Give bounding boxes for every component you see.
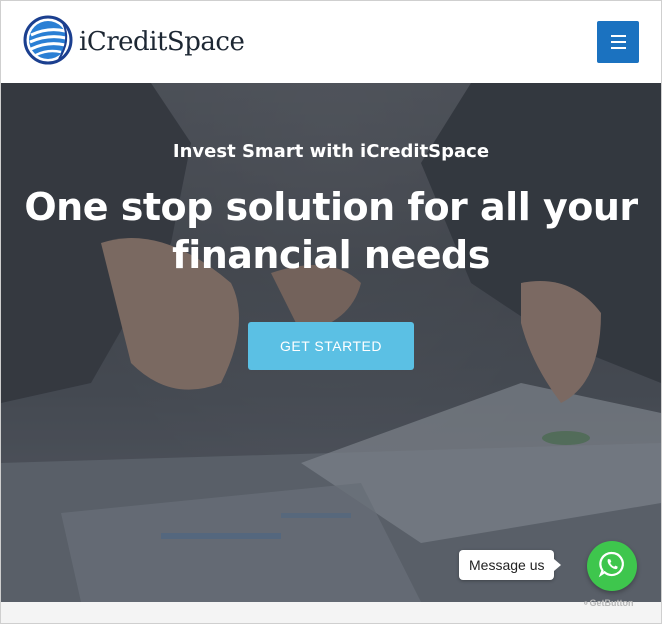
whatsapp-chat-button[interactable] xyxy=(587,541,637,591)
getbutton-credit[interactable]: ⚬GetButton xyxy=(582,598,634,609)
hamburger-menu-button[interactable] xyxy=(597,21,639,63)
brand-name: iCreditSpace xyxy=(79,27,245,57)
get-started-button[interactable]: GET STARTED xyxy=(248,322,414,370)
getbutton-icon: ⚬ xyxy=(582,598,590,608)
brand-logo-link[interactable]: iCreditSpace xyxy=(23,15,245,69)
hero-title: One stop solution for all your financial… xyxy=(24,185,638,277)
hero-subtitle: Invest Smart with iCreditSpace xyxy=(172,141,490,162)
page-frame: iCreditSpace Invest Smart with iCreditSp… xyxy=(0,0,662,624)
site-header: iCreditSpace xyxy=(1,1,661,83)
menu-bar xyxy=(610,35,626,37)
menu-bar xyxy=(610,41,626,43)
hero-section: Invest Smart with iCreditSpace One stop … xyxy=(1,83,661,602)
whatsapp-icon xyxy=(598,550,626,582)
globe-stripes-icon xyxy=(23,15,73,69)
message-us-bubble[interactable]: Message us xyxy=(459,550,563,580)
getbutton-label: GetButton xyxy=(589,598,634,608)
menu-bar xyxy=(610,47,626,49)
